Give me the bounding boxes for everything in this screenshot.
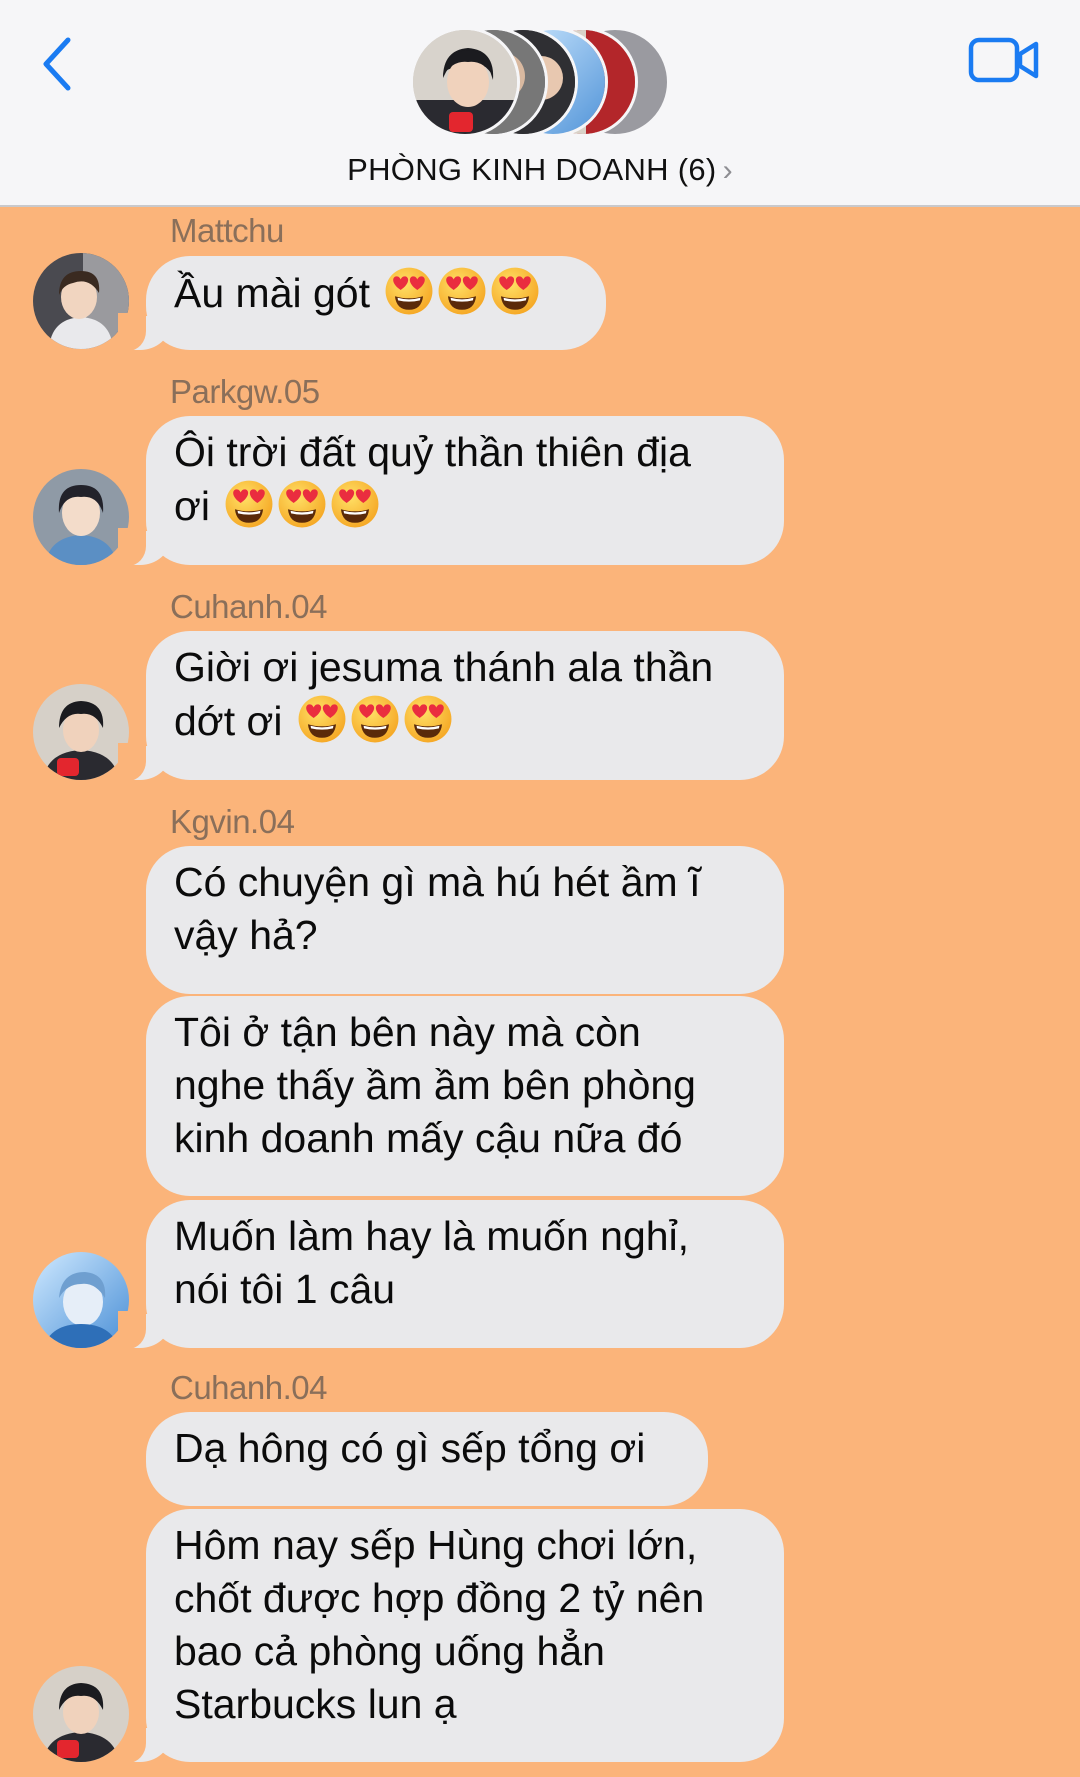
message-line: nói tôi 1 câu (174, 1266, 396, 1312)
message-line: Có chuyện gì mà hú hét ầm ĩ (174, 859, 701, 905)
group-title-text: PHÒNG KINH DOANH (6) (347, 152, 717, 187)
message-line: ơi (174, 483, 210, 529)
message-text: Ầu mài gót (174, 270, 370, 316)
avatar[interactable] (33, 1252, 129, 1348)
message-bubble[interactable]: Dạ hông có gì sếp tổng ơi (146, 1412, 708, 1506)
chevron-left-icon[interactable] (38, 34, 78, 94)
heart-eyes-emoji (437, 266, 487, 316)
heart-eyes-emoji (330, 479, 380, 529)
emoji-group (221, 479, 380, 542)
heart-eyes-emoji (384, 266, 434, 316)
message-line: bao cả phòng uống hẳn (174, 1628, 605, 1674)
emoji-group (294, 694, 453, 757)
video-camera-icon[interactable] (968, 36, 1040, 84)
message-line: dớt ơi (174, 698, 283, 744)
avatar[interactable] (33, 469, 129, 565)
message-bubble[interactable]: Hôm nay sếp Hùng chơi lớn, chốt được hợp… (118, 1509, 784, 1763)
message-bubble[interactable]: Muốn làm hay là muốn nghỉ, nói tôi 1 câu (118, 1200, 784, 1349)
heart-eyes-emoji (350, 694, 400, 744)
message-line: Ôi trời đất quỷ thần thiên địa (174, 429, 691, 475)
message-line: nghe thấy ầm ầm bên phòng (174, 1062, 696, 1108)
message-bubble[interactable]: Tôi ở tận bên này mà còn nghe thấy ầm ầm… (146, 996, 784, 1196)
message-bubble[interactable]: Ôi trời đất quỷ thần thiên địa ơi (118, 416, 784, 566)
avatar[interactable] (33, 253, 129, 349)
message-line: Muốn làm hay là muốn nghỉ, (174, 1213, 690, 1259)
heart-eyes-emoji (403, 694, 453, 744)
group-avatar-stack[interactable] (410, 27, 670, 141)
message-line: Giời ơi jesuma thánh ala thần (174, 644, 714, 690)
message-bubble[interactable]: Ầu mài gót (118, 256, 606, 351)
message-line: chốt được hợp đồng 2 tỷ nên (174, 1575, 705, 1621)
heart-eyes-emoji (490, 266, 540, 316)
heart-eyes-emoji (297, 694, 347, 744)
avatar[interactable] (33, 1666, 129, 1762)
message-line: Starbucks lun ạ (174, 1681, 457, 1727)
heart-eyes-emoji (277, 479, 327, 529)
sender-name: Parkgw.05 (170, 373, 320, 410)
heart-eyes-emoji (224, 479, 274, 529)
avatar[interactable] (33, 684, 129, 780)
sender-name: Cuhanh.04 (170, 588, 327, 625)
member-avatar (410, 27, 520, 137)
sender-name: Mattchu (170, 212, 284, 249)
emoji-group (381, 266, 540, 329)
group-title[interactable]: PHÒNG KINH DOANH (6) › (0, 152, 1080, 188)
chat-header: PHÒNG KINH DOANH (6) › (0, 0, 1080, 207)
message-line: kinh doanh mấy cậu nữa đó (174, 1115, 683, 1161)
sender-name: Kgvin.04 (170, 803, 295, 840)
message-text: Dạ hông có gì sếp tổng ơi (174, 1425, 646, 1471)
message-line: Tôi ở tận bên này mà còn (174, 1009, 641, 1055)
message-bubble[interactable]: Giời ơi jesuma thánh ala thần dớt ơi (118, 631, 784, 781)
message-line: Hôm nay sếp Hùng chơi lớn, (174, 1522, 698, 1568)
chevron-right-icon: › (722, 154, 733, 187)
message-bubble[interactable]: Có chuyện gì mà hú hét ầm ĩ vậy hả? (146, 846, 784, 994)
message-line: vậy hả? (174, 912, 318, 958)
sender-name: Cuhanh.04 (170, 1369, 327, 1406)
